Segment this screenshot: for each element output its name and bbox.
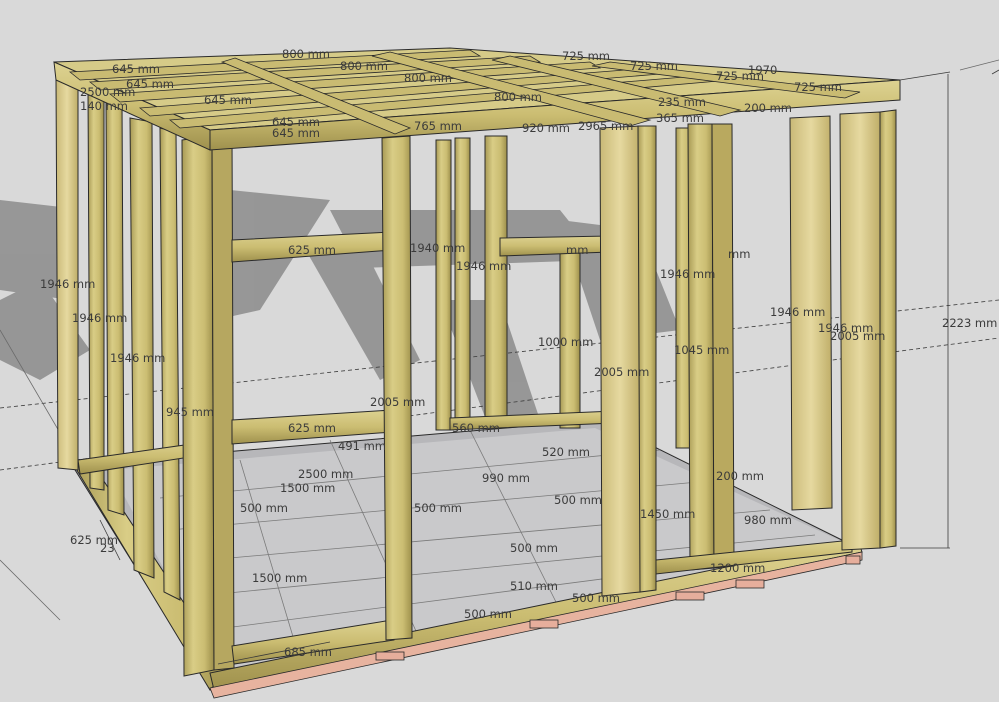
- dim-floor-500-f: 500 mm: [572, 591, 620, 605]
- dim-top-800-c: 800 mm: [404, 71, 452, 85]
- dim-top-725-d: 725 mm: [794, 80, 842, 94]
- dim-right-2005: 2005 mm: [830, 329, 885, 343]
- dim-floor-491: 491 mm: [338, 439, 386, 453]
- dim-mm-a: mm: [728, 247, 750, 261]
- dim-floor-685: 685 mm: [284, 645, 332, 659]
- dim-top-2965: 2965 mm: [578, 119, 633, 133]
- dim-right-1045: 1045 mm: [674, 343, 729, 357]
- dim-top-765: 765 mm: [414, 119, 462, 133]
- dim-top-725-a: 725 mm: [562, 49, 610, 63]
- dim-left-1946-a: 1946 mm: [40, 277, 95, 291]
- dim-window-2005: 2005 mm: [594, 365, 649, 379]
- dim-right-1946-a: 1946 mm: [770, 305, 825, 319]
- dim-top-2500: 2500 mm: [80, 85, 135, 99]
- dim-window-1946: 1946 mm: [660, 267, 715, 281]
- dim-top-645-c: 645 mm: [204, 93, 252, 107]
- dim-left-945: 945 mm: [166, 405, 214, 419]
- dim-floor-500-b: 500 mm: [414, 501, 462, 515]
- dim-top-800-b: 800 mm: [340, 59, 388, 73]
- dim-mm-b: mm: [566, 243, 588, 257]
- dim-top-800-d: 800 mm: [494, 90, 542, 104]
- dim-door-1946: 1946 mm: [456, 259, 511, 273]
- dim-window-520: 520 mm: [542, 445, 590, 459]
- dim-door-1940: 1940 mm: [410, 241, 465, 255]
- dim-door-2005: 2005 mm: [370, 395, 425, 409]
- back-wall-frame: [435, 125, 719, 457]
- dim-floor-500-e: 500 mm: [464, 607, 512, 621]
- shed-frame-model[interactable]: 645 mm 645 mm 645 mm 645 mm 645 mm 2500 …: [0, 0, 999, 702]
- dim-floor-200: 200 mm: [716, 469, 764, 483]
- dim-top-725-b: 725 mm: [630, 59, 678, 73]
- dim-left-1946-b: 1946 mm: [72, 311, 127, 325]
- dim-corner-23: 23: [100, 541, 115, 555]
- dim-window-560: 560 mm: [452, 421, 500, 435]
- dim-door-625-top: 625 mm: [288, 243, 336, 257]
- dim-top-200: 200 mm: [744, 101, 792, 115]
- dim-top-235: 235 mm: [658, 95, 706, 109]
- dim-top-800-a: 800 mm: [282, 47, 330, 61]
- dim-floor-1450: 1450 mm: [640, 507, 695, 521]
- dim-top-645-a: 645 mm: [112, 62, 160, 76]
- dim-floor-2500: 2500 mm: [298, 467, 353, 481]
- dim-floor-500-a: 500 mm: [240, 501, 288, 515]
- dim-floor-1200: 1200 mm: [710, 561, 765, 575]
- dim-floor-500-d: 500 mm: [510, 541, 558, 555]
- dim-floor-510: 510 mm: [510, 579, 558, 593]
- cad-viewport[interactable]: 645 mm 645 mm 645 mm 645 mm 645 mm 2500 …: [0, 0, 999, 702]
- dim-left-1946-c: 1946 mm: [110, 351, 165, 365]
- dim-door-625-bottom: 625 mm: [288, 421, 336, 435]
- dim-floor-980: 980 mm: [744, 513, 792, 527]
- dim-top-1970: 1970: [748, 63, 777, 77]
- dim-floor-1500-a: 1500 mm: [280, 481, 335, 495]
- dim-height-2223: 2223 mm: [942, 316, 997, 330]
- dim-top-140: 140 mm: [80, 99, 128, 113]
- dim-window-1000: 1000 mm: [538, 335, 593, 349]
- dim-floor-1500-b: 1500 mm: [252, 571, 307, 585]
- dim-floor-990: 990 mm: [482, 471, 530, 485]
- dim-top-645-e: 645 mm: [272, 126, 320, 140]
- dim-top-920: 920 mm: [522, 121, 570, 135]
- dim-floor-500-c: 500 mm: [554, 493, 602, 507]
- dim-top-365: 365 mm: [656, 111, 704, 125]
